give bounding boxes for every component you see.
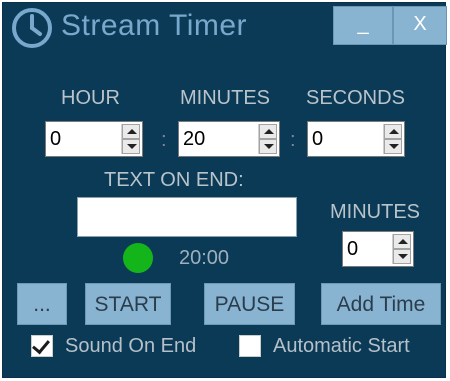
add-minutes-spinner[interactable]: 0 xyxy=(342,231,414,267)
seconds-value[interactable]: 0 xyxy=(312,128,323,151)
checkmark-icon xyxy=(32,335,50,355)
pause-button[interactable]: PAUSE xyxy=(204,283,295,325)
add-minutes-label: MINUTES xyxy=(330,201,420,223)
add-minutes-spinner-arrows xyxy=(392,234,411,264)
separator-colon: : xyxy=(161,129,167,151)
seconds-increment-button[interactable] xyxy=(384,124,402,139)
minutes-increment-button[interactable] xyxy=(259,124,277,139)
minutes-label: MINUTES xyxy=(180,87,270,109)
time-display: 20:00 xyxy=(179,247,230,269)
add-minutes-increment-button[interactable] xyxy=(393,234,411,249)
window-title: Stream Timer xyxy=(61,9,248,42)
seconds-spinner[interactable]: 0 xyxy=(307,121,405,157)
automatic-start-label[interactable]: Automatic Start xyxy=(273,335,410,358)
text-on-end-input[interactable] xyxy=(77,197,297,237)
hour-value[interactable]: 0 xyxy=(50,128,61,151)
seconds-decrement-button[interactable] xyxy=(384,139,402,154)
minutes-value[interactable]: 20 xyxy=(183,128,205,151)
close-button[interactable]: X xyxy=(393,6,447,45)
app-window: Stream Timer _ X HOUR MINUTES SECONDS 0 … xyxy=(3,3,447,377)
hour-decrement-button[interactable] xyxy=(122,139,140,154)
hour-increment-button[interactable] xyxy=(122,124,140,139)
separator-colon: : xyxy=(290,129,296,151)
add-time-button[interactable]: Add Time xyxy=(321,283,441,325)
minutes-spinner[interactable]: 20 xyxy=(178,121,280,157)
clock-icon xyxy=(12,8,52,48)
hour-label: HOUR xyxy=(61,87,120,109)
start-button[interactable]: START xyxy=(85,283,171,325)
automatic-start-checkbox[interactable] xyxy=(239,335,261,357)
minutes-spinner-arrows xyxy=(258,124,277,154)
seconds-spinner-arrows xyxy=(383,124,402,154)
add-minutes-value[interactable]: 0 xyxy=(347,238,358,261)
add-minutes-decrement-button[interactable] xyxy=(393,249,411,264)
browse-button[interactable]: ... xyxy=(17,283,67,325)
hour-spinner[interactable]: 0 xyxy=(45,121,143,157)
sound-on-end-checkbox[interactable] xyxy=(31,335,53,357)
status-indicator xyxy=(123,243,153,273)
title-bar[interactable]: Stream Timer _ X xyxy=(3,3,447,55)
minutes-decrement-button[interactable] xyxy=(259,139,277,154)
seconds-label: SECONDS xyxy=(306,87,405,109)
minimize-button[interactable]: _ xyxy=(333,6,393,45)
hour-spinner-arrows xyxy=(121,124,140,154)
text-on-end-label: TEXT ON END: xyxy=(104,169,244,191)
sound-on-end-label[interactable]: Sound On End xyxy=(65,335,196,358)
